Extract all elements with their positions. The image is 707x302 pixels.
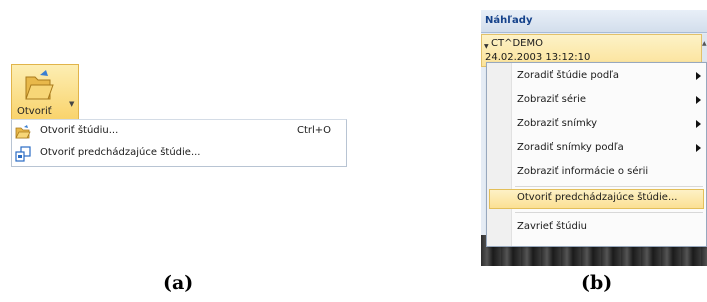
menu-item-sort-studies[interactable]: Zoradiť štúdie podľa xyxy=(489,67,704,87)
menu-item-show-series[interactable]: Zobraziť série xyxy=(489,91,704,111)
caption-b: (b) xyxy=(581,272,613,294)
menu-item-sort-images[interactable]: Zoradiť snímky podľa xyxy=(489,139,704,159)
scroll-up-icon[interactable]: ▲ xyxy=(702,40,707,47)
previous-studies-icon xyxy=(15,146,31,166)
panel-header: Náhľady xyxy=(481,10,707,33)
caption-a: (a) xyxy=(163,272,194,294)
chevron-down-icon[interactable]: ▼ xyxy=(69,100,74,108)
study-name: CT^DEMO xyxy=(491,38,543,49)
open-ribbon-button[interactable]: Otvoriť ▼ xyxy=(11,64,79,120)
menu-item-label: Zobraziť série xyxy=(517,94,587,105)
menu-separator xyxy=(515,186,703,187)
submenu-arrow-icon xyxy=(696,72,701,80)
menu-item-open-study[interactable]: Otvoriť štúdiu... Ctrl+O xyxy=(12,121,346,143)
menu-separator xyxy=(515,212,703,213)
submenu-arrow-icon xyxy=(696,96,701,104)
menu-item-series-info[interactable]: Zobraziť informácie o sérii xyxy=(489,163,704,183)
menu-item-label: Zoradiť snímky podľa xyxy=(517,142,624,153)
thumbnails-panel: Náhľady ▼ CT^DEMO 24.02.2003 13:12:10 ▲ … xyxy=(481,10,707,266)
menu-item-label: Otvoriť štúdiu... xyxy=(40,125,119,136)
submenu-arrow-icon xyxy=(696,120,701,128)
menu-item-open-previous-studies[interactable]: Otvoriť predchádzajúce štúdie... xyxy=(489,189,704,209)
menu-item-show-images[interactable]: Zobraziť snímky xyxy=(489,115,704,135)
context-menu: Zoradiť štúdie podľa Zobraziť série Zobr… xyxy=(486,62,707,247)
shortcut-label: Ctrl+O xyxy=(297,125,332,136)
expand-triangle-icon[interactable]: ▼ xyxy=(484,43,489,50)
menu-item-label: Zoradiť štúdie podľa xyxy=(517,70,620,81)
menu-item-label: Zavrieť štúdiu xyxy=(517,221,587,232)
open-folder-icon xyxy=(15,124,31,144)
open-button-label: Otvoriť xyxy=(17,106,52,117)
open-dropdown-menu: Otvoriť štúdiu... Ctrl+O Otvoriť predchá… xyxy=(11,119,347,167)
menu-item-close-study[interactable]: Zavrieť štúdiu xyxy=(489,218,704,238)
menu-item-open-previous-studies[interactable]: Otvoriť predchádzajúce štúdie... xyxy=(12,143,346,165)
menu-item-label: Zobraziť snímky xyxy=(517,118,598,129)
panel-title: Náhľady xyxy=(485,15,533,26)
submenu-arrow-icon xyxy=(696,144,701,152)
menu-item-label: Otvoriť predchádzajúce štúdie... xyxy=(517,192,678,203)
menu-item-label: Zobraziť informácie o sérii xyxy=(517,166,649,177)
open-folder-icon xyxy=(24,69,54,107)
menu-item-label: Otvoriť predchádzajúce štúdie... xyxy=(40,147,201,158)
